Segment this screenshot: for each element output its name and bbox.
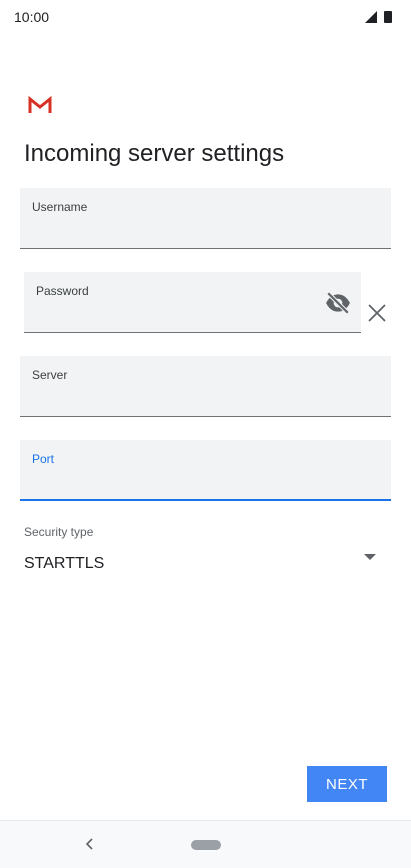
security-type-select[interactable]: STARTTLS xyxy=(20,548,390,580)
screen: 10:00 Incoming server settings Username … xyxy=(0,0,411,868)
password-label: Password xyxy=(36,284,89,298)
server-field[interactable]: Server xyxy=(20,356,391,417)
visibility-off-icon[interactable] xyxy=(325,290,351,316)
username-input[interactable] xyxy=(32,220,343,240)
port-input[interactable] xyxy=(32,471,343,491)
username-field[interactable]: Username xyxy=(20,188,391,249)
home-pill-icon[interactable] xyxy=(191,840,221,850)
navigation-bar xyxy=(0,820,411,868)
close-icon[interactable] xyxy=(366,302,388,324)
port-label: Port xyxy=(32,452,55,466)
battery-icon xyxy=(384,11,392,23)
dropdown-arrow-icon xyxy=(364,554,376,560)
status-icons xyxy=(365,11,392,23)
status-bar: 10:00 xyxy=(0,0,411,34)
back-chevron-icon[interactable] xyxy=(84,836,96,852)
password-field[interactable]: Password xyxy=(24,272,361,333)
status-time: 10:00 xyxy=(14,9,50,25)
signal-icon xyxy=(365,11,377,23)
gmail-logo-icon xyxy=(28,96,52,113)
page-title: Incoming server settings xyxy=(24,140,285,167)
security-type-value: STARTTLS xyxy=(24,555,105,572)
port-field[interactable]: Port xyxy=(20,440,391,501)
password-input[interactable] xyxy=(36,304,313,324)
username-label: Username xyxy=(32,200,88,214)
security-type-label: Security type xyxy=(24,525,94,539)
next-button[interactable]: NEXT xyxy=(307,766,387,802)
server-label: Server xyxy=(32,368,68,382)
server-input[interactable] xyxy=(32,388,343,408)
